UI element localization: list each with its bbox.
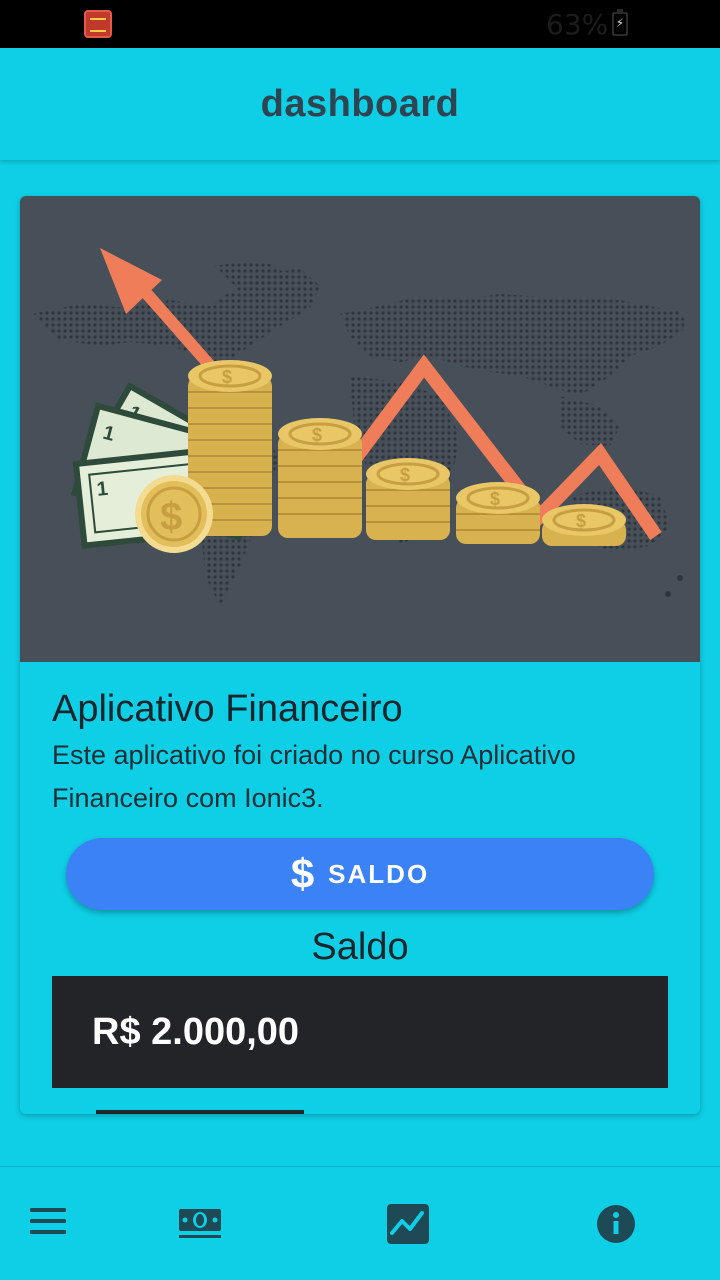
tab-cash[interactable] (110, 1167, 290, 1280)
trending-chart-icon (387, 1204, 429, 1244)
app-header: dashboard (0, 48, 720, 160)
card-description: Este aplicativo foi criado no curso Apli… (52, 740, 576, 813)
svg-text:$: $ (490, 489, 500, 509)
finance-illustration-svg: 1 1 1 (32, 248, 688, 606)
notification-app-icon (84, 10, 112, 38)
finance-illustration: 1 1 1 (20, 196, 700, 662)
dashboard-card: 1 1 1 (20, 196, 700, 1114)
active-tab-indicator (96, 1110, 304, 1114)
battery-charging-icon (612, 9, 628, 36)
svg-text:$: $ (400, 465, 410, 485)
cash-icon (179, 1209, 221, 1238)
page-title: dashboard (260, 82, 460, 125)
tab-chart[interactable] (318, 1167, 498, 1280)
balance-display: R$ 2.000,00 (52, 976, 668, 1088)
svg-text:1: 1 (96, 478, 109, 501)
saldo-button[interactable]: $ SALDO (66, 838, 654, 910)
saldo-heading: Saldo (311, 926, 409, 968)
status-bar: 63% (0, 0, 720, 48)
svg-text:$: $ (160, 495, 182, 539)
menu-icon[interactable] (30, 1208, 66, 1236)
svg-text:$: $ (222, 367, 232, 387)
bottom-tab-bar (0, 1166, 720, 1280)
svg-text:$: $ (312, 425, 322, 445)
card-title: Aplicativo Financeiro (52, 688, 403, 730)
balance-value: R$ 2.000,00 (92, 1010, 300, 1053)
tab-info[interactable] (526, 1167, 706, 1280)
info-icon (597, 1205, 635, 1243)
dollar-coin-graphic: $ (135, 475, 213, 553)
svg-text:$: $ (576, 511, 586, 531)
battery-percent: 63% (546, 8, 609, 41)
saldo-button-label: SALDO (328, 858, 430, 889)
dollar-icon: $ (290, 850, 315, 897)
